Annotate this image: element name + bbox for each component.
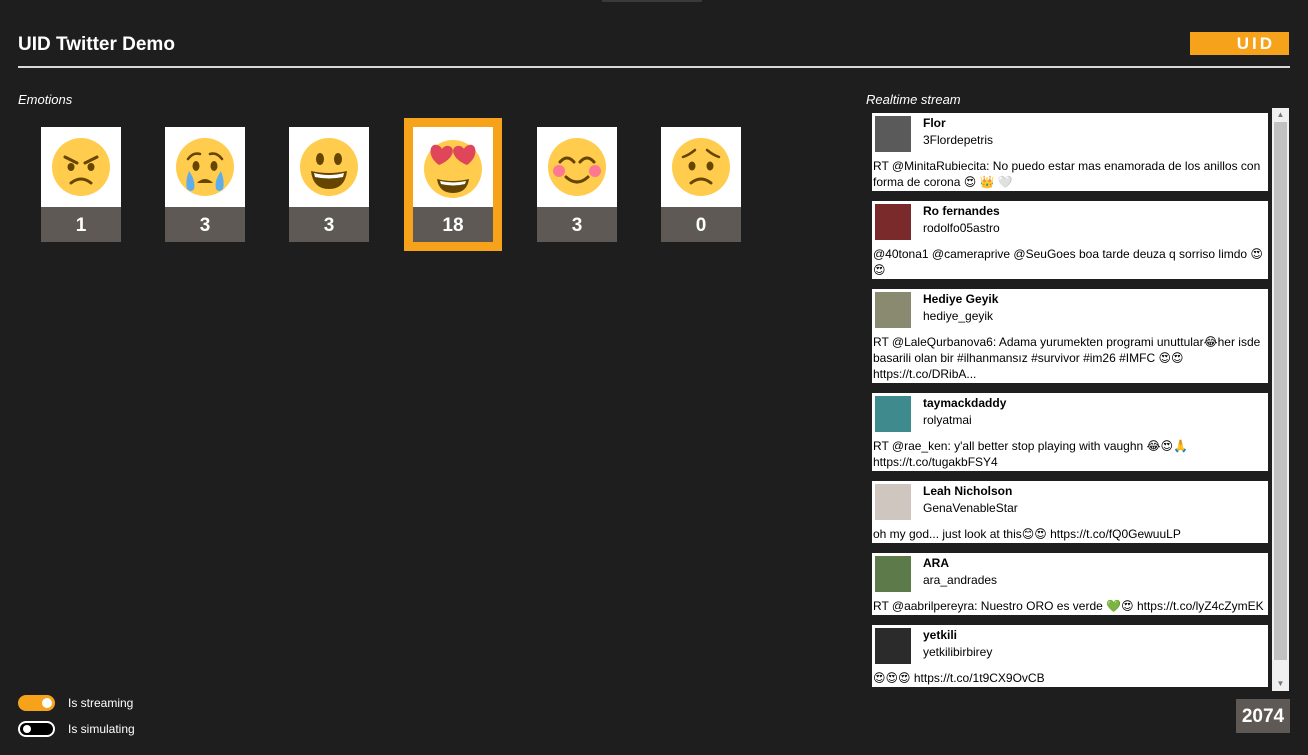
scrollbar-thumb[interactable] [1274, 122, 1287, 660]
emotion-count: 3 [537, 207, 617, 242]
tweet-author-handle: rolyatmai [923, 413, 972, 427]
tweet-author-handle: GenaVenableStar [923, 501, 1018, 515]
tweet-author-handle: yetkilibirbirey [923, 645, 993, 659]
emotions-label: Emotions [18, 92, 73, 107]
tweet-card[interactable]: ARA ara_andrades RT @aabrilpereyra: Nues… [872, 553, 1268, 615]
window-top-handle [602, 0, 702, 2]
tweet-card[interactable]: Hediye Geyik hediye_geyik RT @LaleQurban… [872, 289, 1268, 383]
emotion-count: 3 [165, 207, 245, 242]
emotion-count: 0 [661, 207, 741, 242]
streaming-toggle-label: Is streaming [68, 696, 134, 710]
tweet-author-handle: 3Flordepetris [923, 133, 994, 147]
worried-face-icon [672, 138, 730, 196]
header-divider [18, 66, 1290, 68]
emotion-count: 18 [413, 207, 493, 242]
grinning-face-icon [300, 138, 358, 196]
tweet-text: RT @rae_ken: y'all better stop playing w… [873, 439, 1188, 469]
emotion-tile-heart-eyes[interactable]: 18 [404, 118, 502, 251]
tweet-card[interactable]: Flor 3Flordepetris RT @MinitaRubiecita: … [872, 113, 1268, 191]
stream-scrollbar[interactable]: ▲ ▼ [1272, 108, 1289, 691]
tweet-card[interactable]: Ro fernandes rodolfo05astro @40tona1 @ca… [872, 201, 1268, 279]
tweet-text: RT @MinitaRubiecita: No puedo estar mas … [873, 159, 1261, 189]
emotion-tile-angry[interactable]: 1 [41, 127, 121, 242]
emotion-tile-crying[interactable]: 3 [165, 127, 245, 242]
tweet-text: RT @LaleQurbanova6: Adama yurumekten pro… [873, 335, 1261, 381]
avatar [875, 116, 911, 152]
tweet-text: @40tona1 @cameraprive @SeuGoes boa tarde… [873, 247, 1263, 277]
emotion-count: 3 [289, 207, 369, 242]
tweet-author-name: Ro fernandes [923, 204, 1000, 218]
simulating-toggle[interactable] [18, 721, 55, 737]
simulating-toggle-row: Is simulating [18, 721, 135, 737]
realtime-stream-list[interactable]: Flor 3Flordepetris RT @MinitaRubiecita: … [870, 108, 1290, 691]
tweet-card[interactable]: taymackdaddy rolyatmai RT @rae_ken: y'al… [872, 393, 1268, 471]
tweet-card[interactable]: Leah Nicholson GenaVenableStar oh my god… [872, 481, 1268, 543]
smiling-blush-face-icon [548, 138, 606, 196]
tweet-card[interactable]: yetkili yetkilibirbirey 😍😍😍 https://t.co… [872, 625, 1268, 687]
stream-label: Realtime stream [866, 92, 961, 107]
tweet-author-name: Hediye Geyik [923, 292, 999, 306]
crying-face-icon [176, 138, 234, 196]
emotion-count: 1 [41, 207, 121, 242]
tweet-author-name: yetkili [923, 628, 958, 642]
emotion-tile-worried[interactable]: 0 [661, 127, 741, 242]
tweet-author-name: ARA [923, 556, 949, 570]
scroll-up-icon[interactable]: ▲ [1272, 108, 1289, 122]
tweet-text: oh my god... just look at this😊😍 https:/… [873, 527, 1181, 541]
tweet-text: 😍😍😍 https://t.co/1t9CX9OvCB [873, 671, 1045, 685]
avatar [875, 292, 911, 328]
tweet-author-handle: ara_andrades [923, 573, 998, 587]
tweet-author-name: Leah Nicholson [923, 484, 1013, 498]
tweet-author-name: Flor [923, 116, 946, 130]
avatar [875, 204, 911, 240]
avatar [875, 628, 911, 664]
total-tweet-count: 2074 [1236, 699, 1290, 733]
tweet-author-handle: hediye_geyik [923, 309, 994, 323]
tweet-author-handle: rodolfo05astro [923, 221, 1000, 235]
uid-logo: UID [1190, 32, 1289, 55]
heart-eyes-face-icon [424, 140, 482, 198]
avatar [875, 556, 911, 592]
emotion-tile-smiling[interactable]: 3 [537, 127, 617, 242]
streaming-toggle-row: Is streaming [18, 695, 133, 711]
scroll-down-icon[interactable]: ▼ [1272, 677, 1289, 691]
page-title: UID Twitter Demo [18, 34, 175, 55]
angry-face-icon [52, 138, 110, 196]
tweet-author-name: taymackdaddy [923, 396, 1007, 410]
simulating-toggle-label: Is simulating [68, 722, 135, 736]
avatar [875, 484, 911, 520]
avatar [875, 396, 911, 432]
tweet-text: RT @aabrilpereyra: Nuestro ORO es verde … [873, 599, 1264, 613]
emotion-tile-grinning[interactable]: 3 [289, 127, 369, 242]
toggle-knob [42, 698, 52, 708]
streaming-toggle[interactable] [18, 695, 55, 711]
toggle-knob [23, 725, 31, 733]
